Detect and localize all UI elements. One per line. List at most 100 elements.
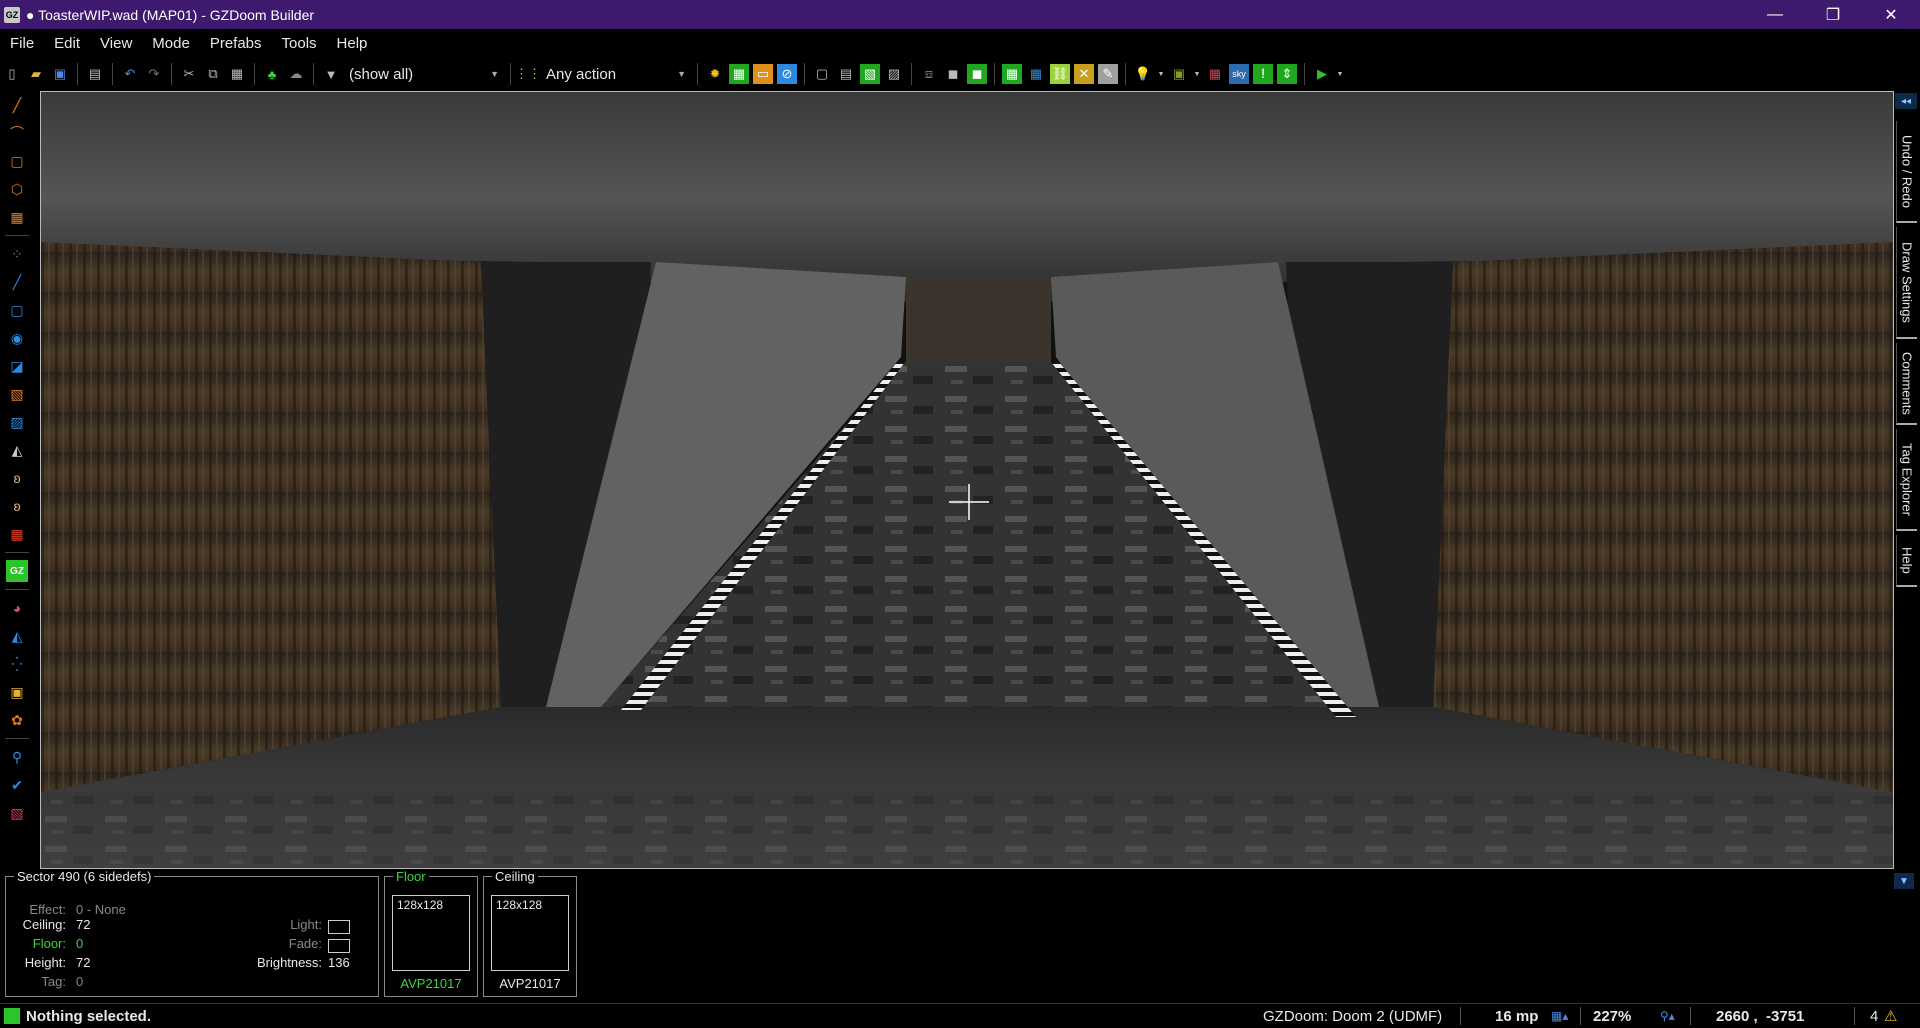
comments-toggle-icon[interactable]: ▭ (753, 64, 773, 84)
zoom-value[interactable]: 227% (1593, 1004, 1631, 1028)
menu-tools[interactable]: Tools (272, 35, 327, 52)
tab-draw-settings[interactable]: Draw Settings (1896, 227, 1917, 339)
things-mode-icon[interactable]: ◉ (6, 327, 28, 349)
chevron-down-icon[interactable]: ▼ (1157, 64, 1165, 84)
view-ceilings-icon[interactable]: ▨ (884, 64, 904, 84)
brightness-label: Brightness: (256, 955, 322, 970)
collapse-dock-button[interactable]: ◂◂ (1895, 93, 1917, 109)
map-analysis-icon[interactable]: ▧ (6, 802, 28, 824)
game-config-label[interactable]: GZDoom: Doom 2 (UDMF) (1263, 1004, 1442, 1028)
grid-toggle-icon[interactable]: ▦ (729, 64, 749, 84)
redo-icon[interactable]: ↷ (144, 64, 164, 84)
toolbar-divider (994, 63, 995, 85)
vertices-mode-icon[interactable]: ⁘ (6, 243, 28, 265)
grid-size-icon[interactable]: ▦▴ (1551, 1004, 1568, 1028)
grid-size-icon[interactable]: ▦ (1026, 64, 1046, 84)
tab-comments[interactable]: Comments (1896, 343, 1917, 425)
event-lines-icon[interactable]: ⵑ (1253, 64, 1273, 84)
chevron-down-icon[interactable]: ▼ (1336, 64, 1344, 84)
prefab-selection-icon[interactable]: ☁ (286, 64, 306, 84)
sky-icon[interactable]: sky (1229, 64, 1249, 84)
test-map-icon[interactable]: ▶ (1312, 64, 1332, 84)
make-sectors-icon[interactable]: ▧ (6, 383, 28, 405)
height-value: 72 (76, 955, 91, 970)
draw-grid-icon[interactable]: ▦ (6, 206, 28, 228)
draw-curve-icon[interactable]: ⌒ (6, 122, 28, 144)
dynamic-lights-icon[interactable]: 💡 (1133, 64, 1153, 84)
menu-help[interactable]: Help (327, 35, 378, 52)
linedefs-mode-icon[interactable]: ╱ (6, 271, 28, 293)
toolbar-divider (112, 63, 113, 85)
snap-toggle-icon[interactable]: ⊘ (777, 64, 797, 84)
info-panel: Sector 490 (6 sidedefs) Effect: 0 - None… (0, 869, 1920, 1003)
view-floors-icon[interactable]: ▧ (860, 64, 880, 84)
gzdb-mode-icon[interactable]: GZ (6, 560, 28, 582)
open-map-icon[interactable]: ▰ (26, 64, 46, 84)
toolbar-divider (1125, 63, 1126, 85)
auto-align-icon[interactable]: ✎ (1098, 64, 1118, 84)
full-brightness-icon[interactable]: ✹ (705, 64, 725, 84)
chevron-down-icon: ▼ (490, 69, 499, 79)
undo-icon[interactable]: ↶ (120, 64, 140, 84)
warning-icon[interactable]: ⚠ (1884, 1004, 1897, 1028)
insert-prefab-icon[interactable]: ♣ (262, 64, 282, 84)
paste-icon[interactable]: ▦ (227, 64, 247, 84)
menu-file[interactable]: File (0, 35, 44, 52)
grid-size-value[interactable]: 16 mp (1495, 1004, 1538, 1028)
tab-undo-redo[interactable]: Undo / Redo (1896, 121, 1917, 223)
save-map-icon[interactable]: ▣ (50, 64, 70, 84)
chevron-down-icon[interactable]: ▼ (1193, 64, 1201, 84)
stair-sectors-icon[interactable]: ▣ (6, 681, 28, 703)
geometry-merge-icon[interactable]: ⧈ (919, 64, 939, 84)
view-normal-icon[interactable]: ▢ (812, 64, 832, 84)
status-bar: Nothing selected. GZDoom: Doom 2 (UDMF) … (0, 1003, 1920, 1028)
view-brightness-icon[interactable]: ▤ (836, 64, 856, 84)
ear-icon[interactable]: ʚ (6, 467, 28, 489)
models-icon[interactable]: ▣ (1169, 64, 1189, 84)
toolbar-divider (911, 63, 912, 85)
draw-ellipse-icon[interactable]: ⬡ (6, 178, 28, 200)
dynamic-grid-icon[interactable]: ▦ (1002, 64, 1022, 84)
find-replace-icon[interactable]: ⚲ (6, 746, 28, 768)
geometry-replace-icon[interactable]: ◼ (967, 64, 987, 84)
menu-mode[interactable]: Mode (142, 35, 200, 52)
action-filter-select[interactable]: Any action ▼ (540, 66, 692, 83)
check-map-icon[interactable]: ✔ (6, 774, 28, 796)
texture-lock-icon[interactable]: ⛓ (1050, 64, 1070, 84)
auto-merge-icon[interactable]: ✕ (1074, 64, 1094, 84)
draw-rectangle-icon[interactable]: ▢ (6, 150, 28, 172)
restore-button[interactable]: ❐ (1804, 0, 1862, 29)
menu-edit[interactable]: Edit (44, 35, 90, 52)
minimize-button[interactable]: — (1746, 0, 1804, 29)
tab-help[interactable]: Help (1896, 535, 1917, 587)
height-label: Height: (24, 955, 66, 970)
sectors-mode-icon[interactable]: ▢ (6, 299, 28, 321)
draw-lines-icon[interactable]: ╱ (6, 94, 28, 116)
visual-vertices-icon[interactable]: ⇕ (1277, 64, 1297, 84)
zoom-icon[interactable]: ⚲▴ (1660, 1004, 1675, 1028)
copy-icon[interactable]: ⧉ (203, 64, 223, 84)
things-filter-select[interactable]: (show all) ▼ (343, 66, 505, 83)
new-map-icon[interactable]: ▯ (2, 64, 22, 84)
menu-prefabs[interactable]: Prefabs (200, 35, 272, 52)
expand-info-panel-button[interactable]: ▼ (1894, 873, 1914, 889)
tree-icon[interactable]: ✿ (6, 709, 28, 731)
warnings-count[interactable]: 4 (1870, 1004, 1878, 1028)
menu-view[interactable]: View (90, 35, 142, 52)
color-picker-icon[interactable]: ◕ (6, 597, 28, 619)
film-icon[interactable]: ▦ (6, 523, 28, 545)
fog-icon[interactable]: ▦ (1205, 64, 1225, 84)
bridge-icon[interactable]: ⁛ (6, 653, 28, 675)
sound-environment-ear-icon[interactable]: ʚ (6, 495, 28, 517)
cut-icon[interactable]: ✂ (179, 64, 199, 84)
geometry-classic-icon[interactable]: ◼ (943, 64, 963, 84)
visual-mode-icon[interactable]: ◪ (6, 355, 28, 377)
visual-mode-viewport[interactable] (40, 91, 1894, 869)
sound-environment-icon[interactable]: ◭ (6, 439, 28, 461)
sound-propagation-icon[interactable]: ▨ (6, 411, 28, 433)
close-button[interactable]: ✕ (1862, 0, 1920, 29)
terrain-icon[interactable]: ◭ (6, 625, 28, 647)
toolbar-divider (804, 63, 805, 85)
map-options-icon[interactable]: ▤ (85, 64, 105, 84)
tab-tag-explorer[interactable]: Tag Explorer (1896, 429, 1917, 531)
